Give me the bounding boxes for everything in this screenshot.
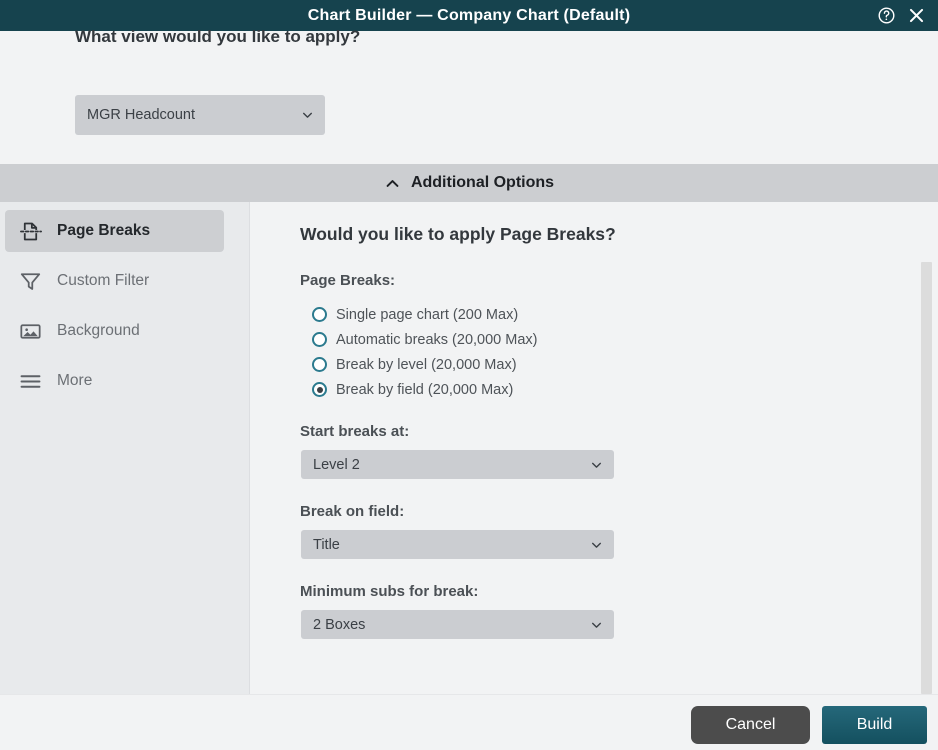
sidebar-item-label: Custom Filter — [57, 272, 150, 289]
minimum-subs-select[interactable]: 2 Boxes — [301, 610, 614, 639]
chevron-down-icon — [592, 622, 601, 628]
start-breaks-at-label: Start breaks at: — [300, 423, 410, 440]
radio-automatic-breaks[interactable]: Automatic breaks (20,000 Max) — [312, 327, 537, 352]
radio-label: Break by level (20,000 Max) — [336, 356, 517, 373]
window-title: Chart Builder — Company Chart (Default) — [307, 6, 631, 24]
break-on-field-label: Break on field: — [300, 503, 405, 520]
view-select[interactable]: MGR Headcount — [75, 95, 325, 135]
start-breaks-at-value: Level 2 — [313, 456, 360, 473]
funnel-icon — [20, 272, 41, 290]
radio-indicator — [312, 382, 327, 397]
radio-break-by-field[interactable]: Break by field (20,000 Max) — [312, 377, 537, 402]
build-button[interactable]: Build — [822, 706, 927, 744]
chevron-down-icon — [592, 542, 601, 548]
help-circle-icon[interactable] — [877, 6, 896, 25]
radio-indicator — [312, 357, 327, 372]
title-bar-actions — [877, 0, 926, 31]
radio-label: Automatic breaks (20,000 Max) — [336, 331, 538, 348]
options-sidebar: Page Breaks Custom Filter Background Mor… — [0, 202, 250, 694]
image-icon — [20, 323, 41, 339]
start-breaks-at-select[interactable]: Level 2 — [301, 450, 614, 479]
chevron-down-icon — [592, 462, 601, 468]
additional-options-label: Additional Options — [410, 174, 555, 191]
additional-options-header[interactable]: Additional Options — [0, 164, 938, 202]
menu-icon — [20, 374, 41, 388]
view-question: What view would you like to apply? — [75, 27, 361, 46]
break-on-field-value: Title — [313, 536, 340, 553]
sidebar-item-label: Background — [57, 322, 140, 339]
chevron-up-icon — [386, 179, 399, 187]
sidebar-item-page-breaks[interactable]: Page Breaks — [5, 210, 224, 252]
sidebar-item-custom-filter[interactable]: Custom Filter — [5, 260, 224, 302]
minimum-subs-label: Minimum subs for break: — [300, 583, 479, 600]
chevron-down-icon — [303, 112, 312, 118]
sidebar-item-label: Page Breaks — [57, 222, 151, 239]
page-breaks-label: Page Breaks: — [300, 272, 396, 289]
radio-indicator — [312, 307, 327, 322]
radio-single-page-chart[interactable]: Single page chart (200 Max) — [312, 302, 537, 327]
page-breaks-radio-group: Single page chart (200 Max) Automatic br… — [312, 302, 537, 402]
page-breaks-panel: Would you like to apply Page Breaks? Pag… — [251, 202, 938, 694]
sidebar-item-more[interactable]: More — [5, 360, 224, 402]
sidebar-item-background[interactable]: Background — [5, 310, 224, 352]
panel-scrollbar-thumb[interactable] — [921, 262, 932, 694]
break-on-field-select[interactable]: Title — [301, 530, 614, 559]
radio-indicator — [312, 332, 327, 347]
cancel-button[interactable]: Cancel — [691, 706, 810, 744]
panel-heading: Would you like to apply Page Breaks? — [300, 224, 616, 244]
page-break-icon — [20, 222, 43, 240]
dialog-footer: Cancel Build — [0, 694, 938, 750]
minimum-subs-value: 2 Boxes — [313, 616, 366, 633]
chart-builder-dialog: Chart Builder — Company Chart (Default) … — [0, 0, 938, 750]
radio-break-by-level[interactable]: Break by level (20,000 Max) — [312, 352, 537, 377]
radio-label: Single page chart (200 Max) — [336, 306, 519, 323]
close-icon[interactable] — [907, 6, 926, 25]
view-select-value: MGR Headcount — [87, 107, 195, 123]
sidebar-item-label: More — [57, 372, 93, 389]
view-section: What view would you like to apply? MGR H… — [0, 27, 938, 164]
radio-label: Break by field (20,000 Max) — [336, 381, 514, 398]
